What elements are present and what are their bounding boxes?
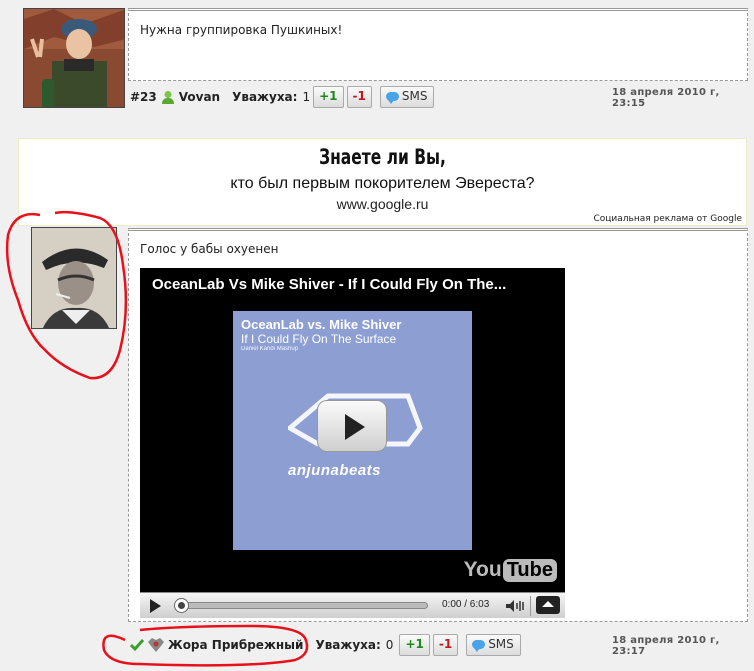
sms-button[interactable]: SMS	[379, 86, 435, 108]
avatar[interactable]	[23, 8, 125, 108]
username[interactable]: Vovan	[179, 90, 220, 104]
progress-bar[interactable]	[180, 602, 428, 609]
post-date: 18 апреля 2010 г, 23:15	[612, 87, 720, 109]
sms-label: SMS	[488, 637, 514, 651]
sms-label: SMS	[401, 89, 428, 103]
youtube-logo[interactable]: You Tube	[464, 558, 557, 582]
post-meta: #23 Vovan Уважуха: 1 +1 -1 SMS	[130, 86, 435, 108]
fullscreen-icon[interactable]	[536, 596, 560, 614]
youtube-player[interactable]: OceanLab Vs Mike Shiver - If I Could Fly…	[140, 268, 565, 618]
avatar[interactable]	[31, 227, 117, 329]
eagle-icon	[148, 638, 164, 652]
sms-button[interactable]: SMS	[466, 634, 521, 656]
checkmark-icon	[130, 639, 144, 652]
speech-bubble-icon	[472, 640, 486, 652]
ad-title[interactable]: Знаете ли Вы,	[84, 145, 680, 169]
ad-url[interactable]: www.google.ru	[19, 196, 746, 212]
youtube-logo-you: You	[463, 558, 502, 581]
post-message: Голос у бабы охуенен	[140, 242, 279, 256]
play-overlay-button[interactable]	[317, 400, 387, 452]
ad-credit[interactable]: Социальная реклама от Google	[594, 214, 742, 224]
video-title[interactable]: OceanLab Vs Mike Shiver - If I Could Fly…	[152, 276, 506, 293]
post-message: Нужна группировка Пушкиных!	[140, 23, 343, 37]
user-icon	[161, 90, 175, 104]
respect-label: Уважуха:	[232, 90, 298, 104]
progress-knob[interactable]	[174, 598, 189, 613]
cover-artist: OceanLab vs. Mike Shiver	[241, 317, 402, 332]
divider	[530, 596, 531, 616]
username[interactable]: Жора Прибрежный	[168, 638, 303, 652]
respect-label: Уважуха:	[315, 638, 381, 652]
cover-title: If I Could Fly On The Surface	[241, 332, 397, 346]
respect-value: 0	[385, 638, 394, 652]
upvote-button[interactable]: +1	[313, 86, 344, 108]
ad-text[interactable]: кто был первым покорителем Эвереста?	[19, 175, 746, 193]
post-number[interactable]: #23	[130, 90, 157, 104]
ad-banner[interactable]: Знаете ли Вы, кто был первым покорителем…	[18, 138, 747, 226]
upvote-button[interactable]: +1	[399, 634, 430, 656]
downvote-button[interactable]: -1	[432, 634, 459, 656]
post-date: 18 апреля 2010 г, 23:17	[612, 635, 720, 657]
player-controls: 0:00 / 6:03	[140, 592, 565, 618]
volume-icon[interactable]	[506, 600, 526, 612]
cover-subtitle: Daniel Kandi Mashup	[241, 346, 299, 352]
time-display: 0:00 / 6:03	[442, 599, 490, 610]
post-message-box: Нужна группировка Пушкиных!	[128, 8, 748, 81]
youtube-logo-tube: Tube	[502, 558, 557, 582]
post-meta: Жора Прибрежный Уважуха: 0 +1 -1 SMS	[130, 634, 521, 656]
downvote-button[interactable]: -1	[346, 86, 372, 108]
respect-value: 1	[302, 90, 311, 104]
label-logo: anjunabeats	[288, 462, 382, 479]
play-icon[interactable]	[150, 599, 161, 613]
speech-bubble-icon	[385, 92, 399, 104]
